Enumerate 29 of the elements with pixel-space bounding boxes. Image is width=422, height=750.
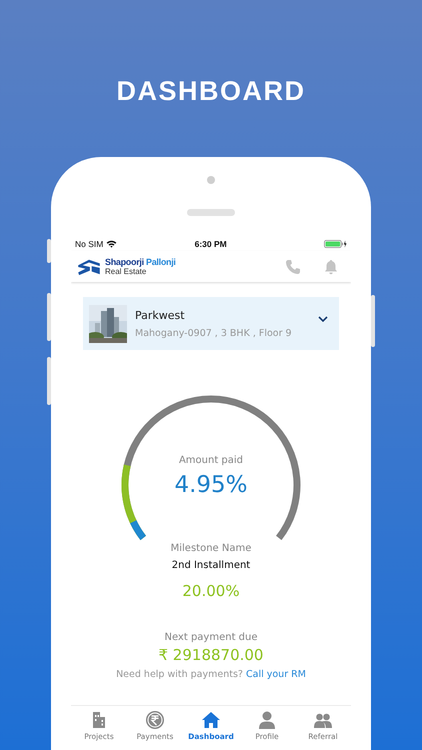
person-icon (257, 710, 277, 730)
brand-name: Shapoorji (105, 256, 144, 266)
logo-icon (77, 258, 101, 276)
home-icon (201, 710, 221, 730)
chevron-down-icon (318, 316, 328, 322)
time-text: 6:30 PM (194, 239, 227, 249)
property-name: Parkwest (135, 308, 186, 322)
bell-icon[interactable] (323, 258, 339, 274)
phone-icon[interactable] (285, 258, 301, 274)
amount-paid-value: 4.95% (174, 472, 248, 498)
milestone-percent: 20.00% (182, 582, 240, 600)
page-heading: DASHBOARD (116, 75, 306, 108)
milestone-name: 2nd Installment (172, 560, 250, 571)
battery-icon (324, 240, 347, 248)
milestone-label: Milestone Name (170, 543, 252, 554)
call-rm-link[interactable]: Call your RM (246, 669, 306, 680)
property-details: Mahogany-0907 , 3 BHK , Floor 9 (135, 328, 292, 338)
rupee-coin-icon (145, 710, 165, 730)
brand-name: Pallonji (146, 256, 176, 266)
brand-subtitle: Real Estate (105, 266, 146, 276)
speaker-icon (187, 209, 235, 216)
property-selector[interactable]: Parkwest Mahogany-0907 , 3 BHK , Floor 9 (83, 297, 339, 350)
next-payment-amount: ₹ 2918870.00 (158, 646, 264, 664)
camera-icon (207, 176, 215, 184)
help-text: Need help with payments? Call your RM (116, 669, 306, 680)
amount-paid-label: Amount paid (178, 455, 244, 466)
next-payment-label: Next payment due (164, 632, 258, 643)
wifi-icon (106, 240, 118, 248)
carrier-text: No SIM (75, 239, 104, 249)
